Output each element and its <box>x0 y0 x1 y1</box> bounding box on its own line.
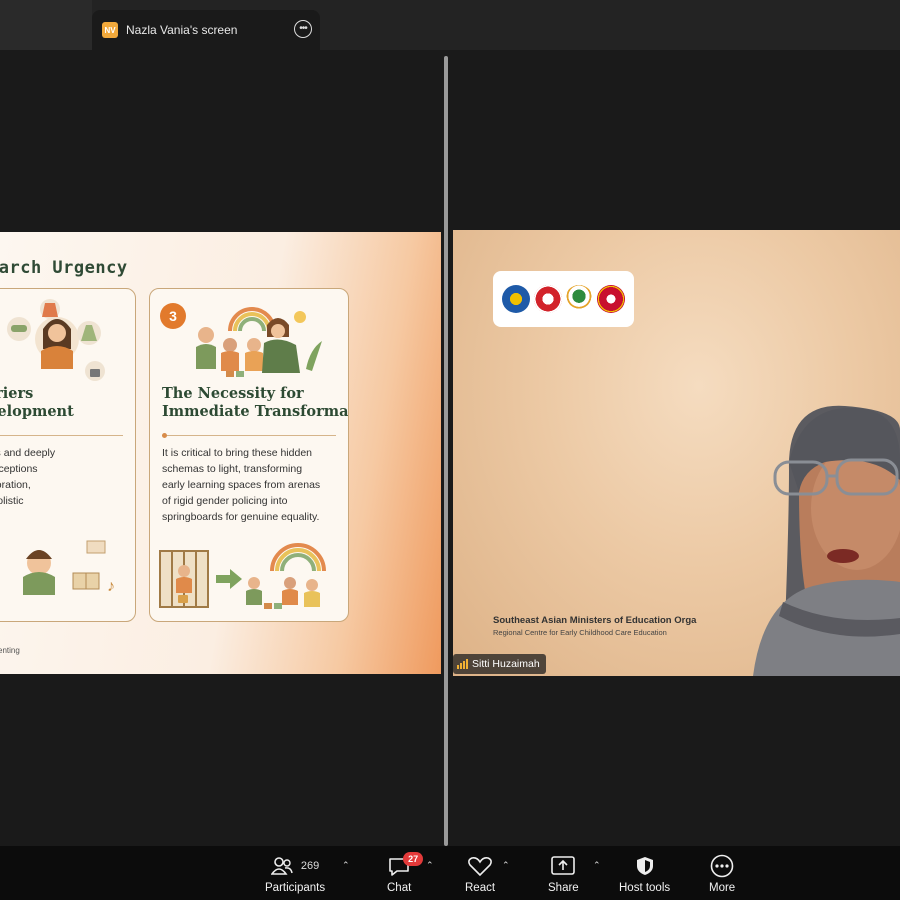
screen-share-tab[interactable]: NV Nazla Vania's screen ••• <box>92 10 320 50</box>
share-button[interactable]: Share <box>548 854 579 894</box>
chat-chevron-up-icon[interactable]: ⌃ <box>426 860 434 871</box>
participant-video[interactable]: Southeast Asian Ministers of Education O… <box>453 230 900 676</box>
svg-text:♪: ♪ <box>107 578 115 595</box>
card-2-bottom-illustration: ♪ <box>23 540 115 595</box>
card-2-body: cious biases and deeply ized misconcepti… <box>0 447 56 507</box>
card-3-divider <box>162 433 336 438</box>
participant-image <box>753 405 900 676</box>
slide-footer: enting <box>0 646 20 655</box>
slide-title: earch Urgency <box>0 258 128 278</box>
more-options-icon[interactable]: ••• <box>294 20 312 38</box>
chat-unread-badge: 27 <box>403 852 424 866</box>
chat-label: Chat <box>387 882 412 894</box>
share-label: Share <box>548 882 579 894</box>
more-button[interactable]: More <box>709 854 735 894</box>
top-bar-left-area <box>0 0 92 50</box>
host-tools-label: Host tools <box>619 882 671 894</box>
participant-name-tag: Sitti Huzaimah <box>453 654 546 674</box>
presenter-avatar: NV <box>102 22 118 38</box>
card-2-divider <box>0 435 123 436</box>
participants-label: Participants <box>265 882 326 894</box>
share-chevron-up-icon[interactable]: ⌃ <box>593 860 601 871</box>
host-tools-button[interactable]: Host tools <box>619 854 670 894</box>
participants-chevron-up-icon[interactable]: ⌃ <box>342 860 350 871</box>
react-button[interactable]: React <box>465 854 495 894</box>
participants-button[interactable]: 269 Participants <box>265 854 325 894</box>
card-3-illustration <box>196 307 322 377</box>
card-2-heading: en Barriers ild Development <box>0 385 74 420</box>
top-bar: NV Nazla Vania's screen ••• <box>0 0 900 50</box>
react-chevron-up-icon[interactable]: ⌃ <box>502 860 510 871</box>
share-screen-icon <box>551 856 576 875</box>
organization-name: Southeast Asian Ministers of Education O… <box>493 615 697 626</box>
card-3-number: 3 <box>160 303 186 329</box>
card-2-illustration <box>7 299 105 381</box>
participant-name: Sitti Huzaimah <box>472 658 540 670</box>
organization-subtitle: Regional Centre for Early Childhood Care… <box>493 628 667 637</box>
shield-icon <box>636 857 653 875</box>
shared-slide: earch Urgency en Barriers ild Developmen… <box>0 232 441 674</box>
heart-icon <box>468 857 492 877</box>
react-label: React <box>465 882 496 894</box>
more-icon <box>710 854 734 878</box>
more-label: More <box>709 882 736 894</box>
slide-card-3: 3 The Necessity for Immediate Transforma… <box>149 288 349 622</box>
participants-icon <box>270 857 293 875</box>
card-3-heading: The Necessity for Immediate Transformati… <box>162 385 349 420</box>
meeting-window: NV Nazla Vania's screen ••• earch Urgenc… <box>0 0 900 900</box>
signal-strength-icon <box>457 659 468 669</box>
card-3-body: It is critical to bring these hidden sch… <box>162 447 321 523</box>
split-view-divider[interactable] <box>444 56 448 846</box>
screen-share-title: Nazla Vania's screen <box>126 23 238 37</box>
slide-card-2: en Barriers ild Development cious biases… <box>0 288 136 622</box>
meeting-toolbar: 269 Participants ⌃ 27 Chat ⌃ React ⌃ Sha… <box>0 846 900 900</box>
participants-count: 269 <box>300 860 320 872</box>
card-3-bottom-illustration <box>159 543 326 609</box>
chat-button[interactable]: 27 Chat <box>387 852 424 894</box>
